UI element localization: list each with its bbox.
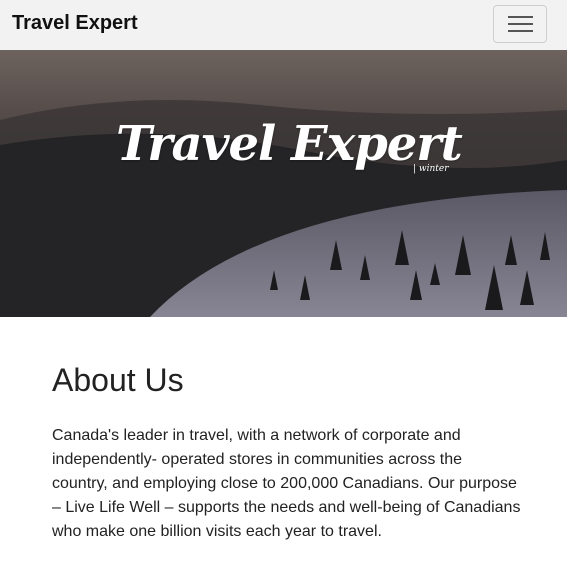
about-text: Canada's leader in travel, with a networ… (52, 427, 521, 540)
hero-banner: Travel Expert | winter (0, 50, 567, 317)
navbar-brand[interactable]: Travel Expert (12, 11, 138, 35)
navbar-toggle-button[interactable] (493, 5, 547, 43)
navbar: Travel Expert (0, 0, 567, 50)
hero-title: Travel Expert (116, 116, 463, 172)
hero-subtitle: | winter (413, 164, 449, 174)
hero-background-image (0, 50, 567, 317)
hamburger-menu-icon-bar (508, 23, 533, 25)
hamburger-menu-icon-bar (508, 30, 533, 32)
hamburger-menu-icon (508, 16, 533, 18)
about-section: About Us Canada's leader in travel, with… (52, 360, 522, 544)
about-heading: About Us (52, 362, 184, 398)
